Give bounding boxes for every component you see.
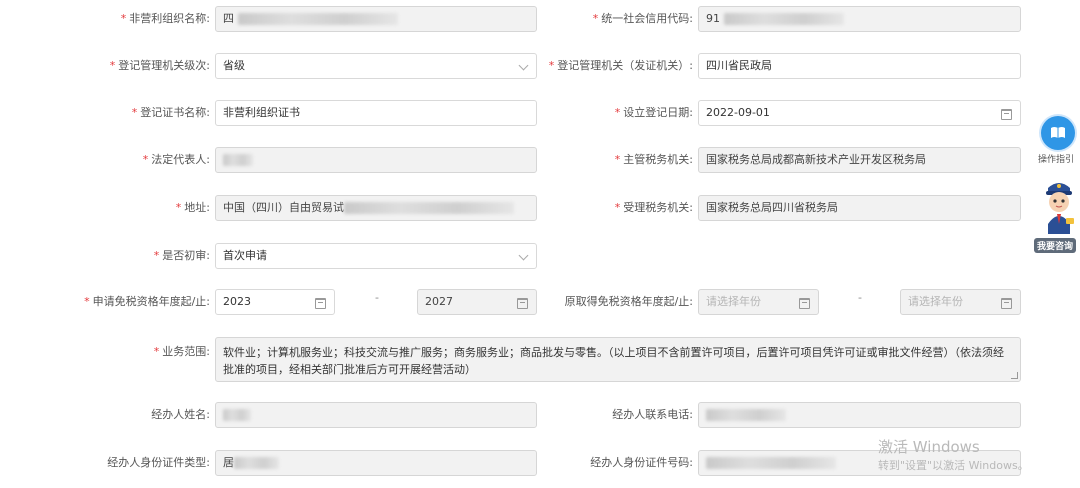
address-label: * 地址: xyxy=(175,201,210,214)
operation-guide-label: 操作指引 xyxy=(1038,155,1075,165)
agent-phone-field xyxy=(698,402,1021,428)
redacted-blur xyxy=(706,457,836,469)
credit-code-field: 91 xyxy=(698,6,1021,32)
resize-handle-icon xyxy=(1011,372,1018,379)
org-name-label: * 非营利组织名称: xyxy=(120,12,210,25)
legal-rep-label: * 法定代表人: xyxy=(142,153,210,166)
tax-officer-avatar-icon[interactable] xyxy=(1040,178,1078,238)
first-review-label: * 是否初审: xyxy=(153,249,210,262)
chevron-down-icon xyxy=(518,60,529,71)
redacted-blur xyxy=(234,457,279,469)
agent-name-label: 经办人姓名: xyxy=(151,408,210,421)
reg-date-picker[interactable]: 2022-09-01 xyxy=(698,100,1021,126)
cert-name-label: * 登记证书名称: xyxy=(131,106,210,119)
accept-authority-label: * 受理税务机关: xyxy=(614,201,693,214)
agent-name-field xyxy=(215,402,537,428)
orig-end-year-field: 请选择年份 xyxy=(900,289,1021,315)
redacted-blur xyxy=(723,13,844,25)
reg-date-label: * 设立登记日期: xyxy=(614,106,693,119)
reg-authority-input[interactable]: 四川省民政局 xyxy=(698,53,1021,79)
legal-rep-field xyxy=(215,147,537,173)
reg-authority-label: * 登记管理机关（发证机关）: xyxy=(548,59,693,72)
redacted-blur xyxy=(706,409,786,421)
orig-start-year-field: 请选择年份 xyxy=(698,289,819,315)
cert-name-input[interactable]: 非营利组织证书 xyxy=(215,100,537,126)
redacted-blur xyxy=(344,202,514,214)
tax-authority-label: * 主管税务机关: xyxy=(614,153,693,166)
calendar-icon xyxy=(1001,298,1012,309)
book-icon xyxy=(1051,127,1065,138)
calendar-icon xyxy=(315,298,326,309)
reg-level-select[interactable]: 省级 xyxy=(215,53,537,79)
business-scope-label: * 业务范围: xyxy=(153,345,210,358)
credit-code-label: * 统一社会信用代码: xyxy=(592,12,693,25)
agent-id-type-field: 居 xyxy=(215,450,537,476)
windows-activation-watermark: 激活 Windows xyxy=(878,438,980,456)
calendar-icon xyxy=(517,298,528,309)
chevron-down-icon xyxy=(518,250,529,261)
agent-id-no-label: 经办人身份证件号码: xyxy=(590,456,693,469)
address-field: 中国（四川）自由贸易试 xyxy=(215,195,537,221)
tax-authority-field: 国家税务总局成都高新技术产业开发区税务局 xyxy=(698,147,1021,173)
calendar-icon xyxy=(1001,109,1012,120)
calendar-icon xyxy=(799,298,810,309)
agent-phone-label: 经办人联系电话: xyxy=(612,408,693,421)
operation-guide-button[interactable] xyxy=(1041,116,1075,150)
range-separator: - xyxy=(858,291,862,304)
agent-id-type-label: 经办人身份证件类型: xyxy=(107,456,210,469)
accept-authority-field: 国家税务总局四川省税务局 xyxy=(698,195,1021,221)
apply-start-year-picker[interactable]: 2023 xyxy=(215,289,335,315)
consult-button[interactable]: 我要咨询 xyxy=(1034,238,1077,253)
redacted-blur xyxy=(223,409,251,421)
business-scope-textarea: 软件业；计算机服务业；科技交流与推广服务；商务服务业；商品批发与零售。（以上项目… xyxy=(215,337,1021,382)
org-name-field: 四 xyxy=(215,6,537,32)
orig-years-label: 原取得免税资格年度起/止: xyxy=(564,295,693,308)
reg-level-label: * 登记管理机关级次: xyxy=(109,59,210,72)
apply-years-label: * 申请免税资格年度起/止: xyxy=(84,295,210,308)
windows-activation-hint: 转到"设置"以激活 Windows。 xyxy=(878,459,1029,472)
redacted-blur xyxy=(237,13,398,25)
redacted-blur xyxy=(223,154,253,166)
apply-end-year-field: 2027 xyxy=(417,289,537,315)
first-review-select[interactable]: 首次申请 xyxy=(215,243,537,269)
range-separator: - xyxy=(375,291,379,304)
